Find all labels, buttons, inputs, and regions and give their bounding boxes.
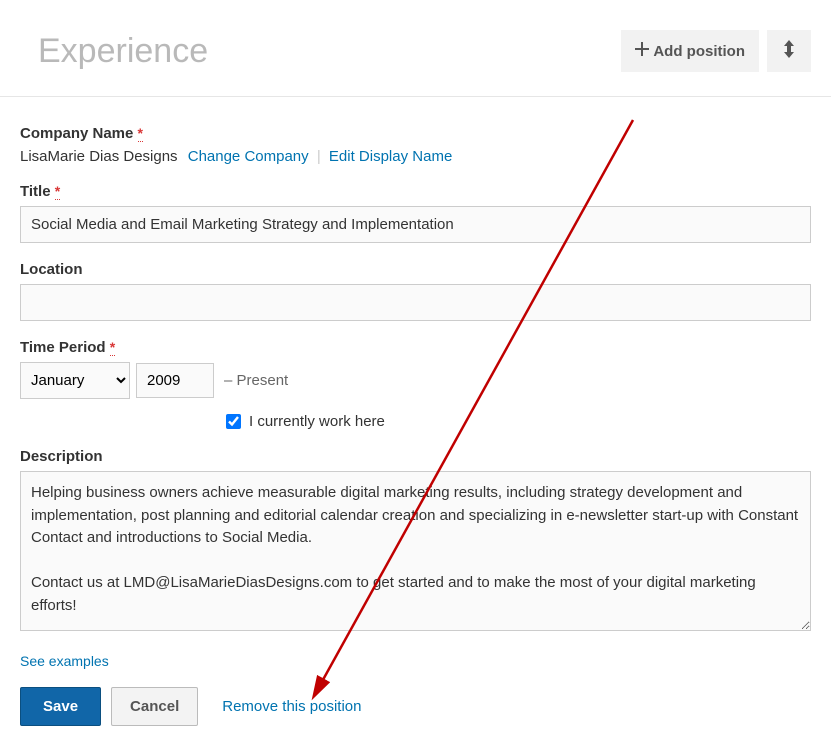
required-marker: *: [110, 339, 115, 356]
currently-work-checkbox[interactable]: [226, 414, 241, 429]
add-position-label: Add position: [653, 43, 745, 60]
company-name-field: Company Name * LisaMarie Dias Designs Ch…: [20, 125, 811, 165]
required-marker: *: [138, 125, 143, 142]
currently-work-row: I currently work here: [226, 413, 811, 430]
reorder-arrows-icon: [783, 40, 795, 62]
year-input[interactable]: [136, 363, 214, 398]
description-field: Description Helping business owners achi…: [20, 448, 811, 635]
reorder-button[interactable]: [767, 30, 811, 72]
location-field: Location: [20, 261, 811, 321]
change-company-link[interactable]: Change Company: [188, 148, 309, 165]
month-select[interactable]: January: [20, 362, 130, 399]
add-position-button[interactable]: Add position: [621, 30, 759, 72]
time-period-row: January – Present: [20, 362, 811, 399]
company-value-row: LisaMarie Dias Designs Change Company | …: [20, 148, 811, 165]
save-button[interactable]: Save: [20, 687, 101, 726]
title-input[interactable]: [20, 206, 811, 243]
currently-work-label: I currently work here: [249, 413, 385, 430]
description-label: Description: [20, 448, 811, 465]
company-name-value: LisaMarie Dias Designs: [20, 148, 178, 165]
time-period-field: Time Period * January – Present I curren…: [20, 339, 811, 430]
edit-display-name-link[interactable]: Edit Display Name: [329, 148, 452, 165]
link-divider: |: [317, 148, 321, 165]
header-bar: Experience Add position: [0, 0, 831, 97]
cancel-button[interactable]: Cancel: [111, 687, 198, 726]
present-text: – Present: [224, 372, 288, 389]
location-input[interactable]: [20, 284, 811, 321]
title-field: Title *: [20, 183, 811, 243]
action-button-row: Save Cancel Remove this position: [20, 687, 811, 726]
plus-icon: [635, 42, 649, 60]
description-textarea[interactable]: Helping business owners achieve measurab…: [20, 471, 811, 631]
experience-form: Company Name * LisaMarie Dias Designs Ch…: [0, 97, 831, 746]
required-marker: *: [55, 183, 60, 200]
company-name-label: Company Name *: [20, 125, 811, 142]
remove-position-link[interactable]: Remove this position: [222, 698, 361, 715]
location-label: Location: [20, 261, 811, 278]
time-period-label: Time Period *: [20, 339, 811, 356]
title-label: Title *: [20, 183, 811, 200]
header-buttons: Add position: [621, 30, 811, 72]
see-examples-link[interactable]: See examples: [20, 653, 109, 669]
page-title: Experience: [38, 32, 208, 71]
